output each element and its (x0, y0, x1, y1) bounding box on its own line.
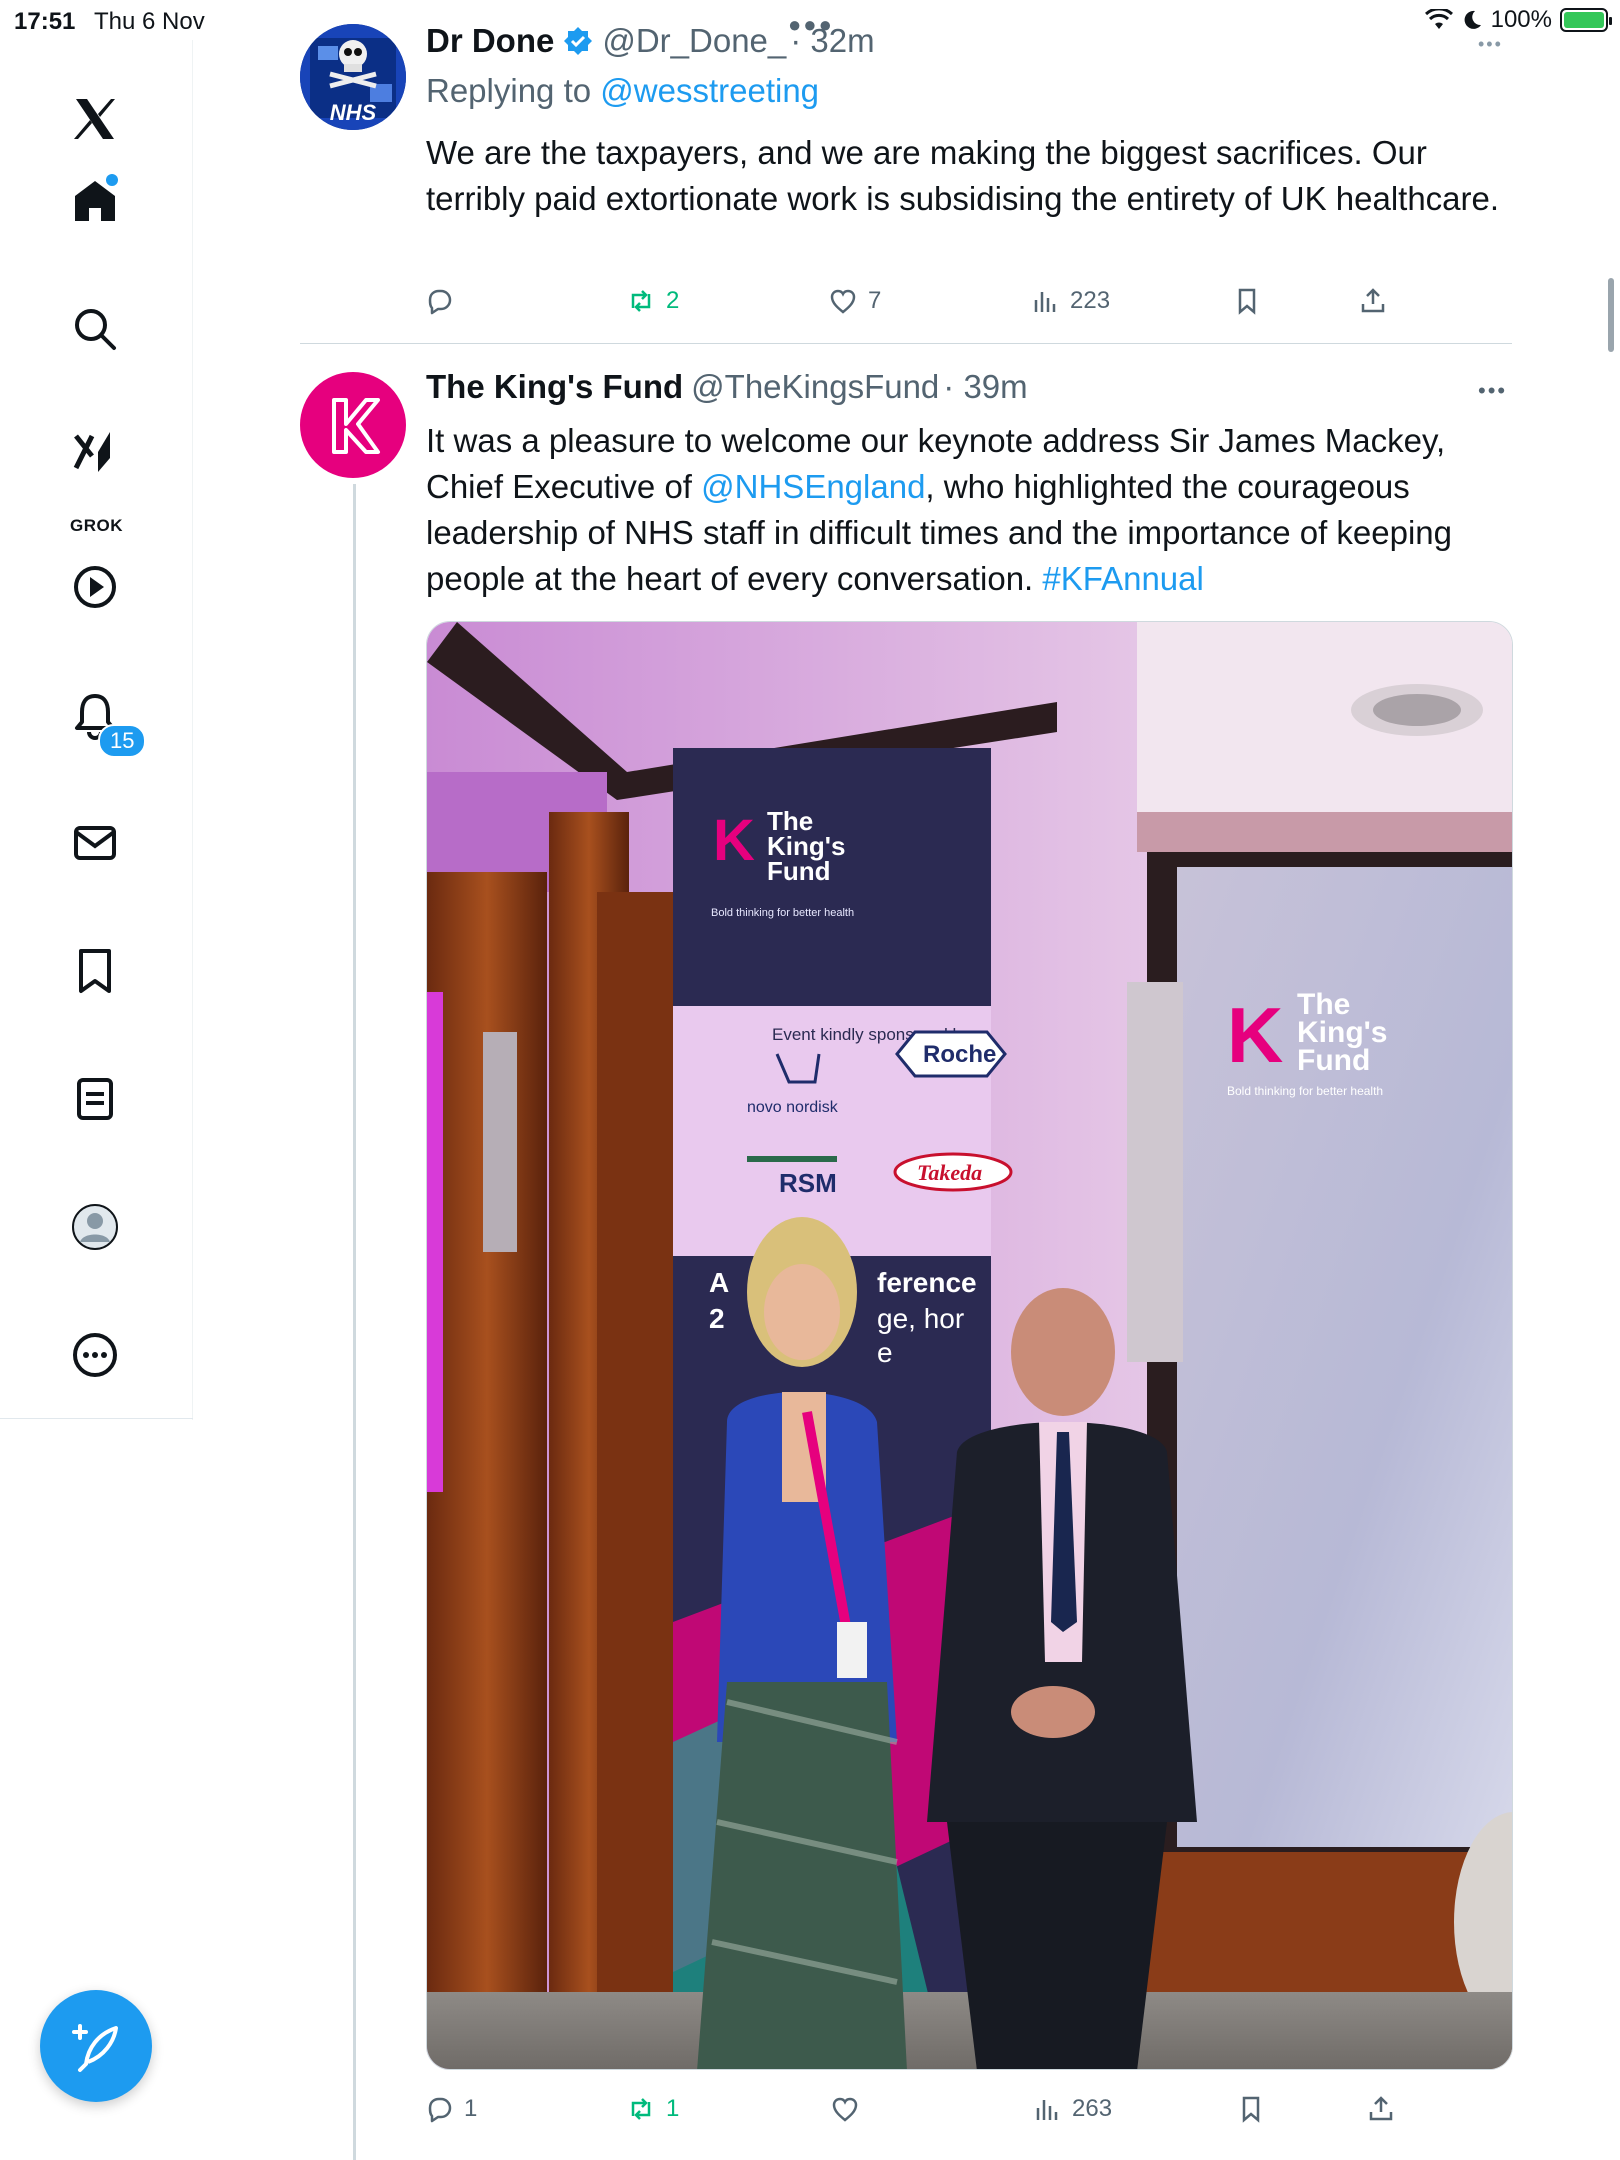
battery-level (1564, 12, 1604, 28)
banner-tagline: Bold thinking for better health (711, 907, 854, 919)
banner-partial-2: 2 (709, 1303, 725, 1334)
search-icon[interactable] (66, 300, 124, 358)
dr-done-avatar[interactable]: NHS (300, 24, 406, 130)
profile-avatar-icon[interactable] (66, 1198, 124, 1256)
sponsor-rsm: RSM (779, 1168, 837, 1198)
tweet2-header: The King's Fund @TheKingsFund · 39m (426, 368, 1028, 406)
svg-text:K: K (1227, 991, 1283, 1079)
like-heart-icon (830, 289, 856, 314)
notifications-badge: 15 (98, 724, 147, 758)
reply-icon (428, 2097, 452, 2123)
share-upload-icon (1369, 2096, 1393, 2121)
tweet1-share-button[interactable] (1358, 286, 1388, 316)
tweet2-handle[interactable]: @TheKingsFund (691, 368, 939, 406)
tweet1-reply-button[interactable] (424, 286, 464, 316)
tweet1-handle[interactable]: @Dr_Done_ (602, 22, 786, 60)
tweet2-hashtag[interactable]: #KFAnnual (1042, 560, 1203, 597)
tweet2-reply-count: 1 (464, 2095, 478, 2122)
verified-badge-icon (564, 27, 593, 55)
tweet1-like-button[interactable]: 7 (828, 286, 881, 316)
sidebar-divider (0, 1418, 193, 1419)
top-more-icon[interactable]: ••• (1478, 34, 1503, 55)
grok-label: GROK (70, 516, 123, 535)
thread-connector-line (353, 484, 356, 2160)
bookmarks-icon[interactable] (66, 942, 124, 1000)
home-unread-dot (106, 174, 118, 186)
tweet1-like-count: 7 (868, 287, 882, 314)
tweet1-view-count: 223 (1070, 287, 1111, 314)
screen-brand-line3: Fund (1297, 1044, 1370, 1077)
tweet1-text: We are the taxpayers, and we are making … (426, 134, 1500, 217)
status-time: 17:51 (14, 8, 76, 35)
tweet-divider (300, 343, 1512, 344)
banner-brand-line3: Fund (767, 856, 831, 886)
lists-icon[interactable] (66, 1070, 124, 1128)
bookmark-icon (1238, 288, 1256, 315)
battery-percent: 100% (1490, 6, 1552, 33)
do-not-disturb-moon-icon (1464, 10, 1481, 29)
tweet1-repost-count: 2 (666, 287, 680, 314)
compose-post-button[interactable] (40, 1990, 152, 2102)
tweet2-reply-button[interactable]: 1 (424, 2094, 477, 2124)
banner-partial-change: ge, hor (877, 1303, 964, 1334)
banner-partial-e: e (877, 1337, 893, 1368)
sponsor-novo-nordisk: novo nordisk (747, 1099, 839, 1116)
grok-icon[interactable] (66, 424, 124, 482)
wifi-icon (1424, 9, 1453, 29)
views-bar-chart-icon (1036, 2100, 1058, 2120)
compose-feather-icon (72, 2024, 118, 2072)
battery-icon (1560, 8, 1612, 32)
kings-fund-avatar[interactable] (300, 372, 406, 478)
repost-icon (631, 2098, 651, 2120)
sponsor-takeda: Takeda (917, 1160, 982, 1185)
tweet2-view-count: 263 (1072, 2095, 1113, 2122)
tweet2-more-icon[interactable]: ••• (1478, 378, 1507, 404)
tweet2-time[interactable]: · 39m (943, 368, 1027, 406)
share-upload-icon (1361, 288, 1385, 313)
tweet1-repost-button[interactable]: 2 (626, 286, 679, 316)
tweet2-like-button[interactable] (830, 2094, 870, 2124)
sponsor-roche: Roche (923, 1041, 996, 1068)
dr-done-avatar-nhs-text: NHS (330, 100, 377, 125)
status-indicators: 100% (1424, 6, 1612, 34)
tweet1-replying-to: Replying to @wesstreeting (426, 72, 819, 110)
tweet2-repost-count: 1 (666, 2095, 680, 2122)
banner-partial-conference: ference (877, 1267, 977, 1298)
tweet2-bookmark-button[interactable] (1236, 2094, 1266, 2124)
tweet1-bookmark-button[interactable] (1232, 286, 1262, 316)
x-logo-icon[interactable] (66, 90, 124, 148)
tweet1-header: Dr Done @Dr_Done_ · 32m (426, 22, 875, 60)
tweet2-views-button[interactable]: 263 (1032, 2094, 1112, 2124)
status-date: Thu 6 Nov (94, 8, 205, 35)
messages-envelope-icon[interactable] (66, 814, 124, 872)
replying-to-mention[interactable]: @wesstreeting (600, 72, 819, 109)
svg-text:K: K (713, 808, 755, 873)
tweet2-repost-button[interactable]: 1 (626, 2094, 679, 2124)
video-icon[interactable] (66, 558, 124, 616)
tweet1-author-name[interactable]: Dr Done (426, 22, 554, 60)
bookmark-icon (1242, 2096, 1260, 2123)
tweet2-photo[interactable]: K The King's Fund Bold thinking for bett… (426, 621, 1513, 2070)
banner-partial-a: A (709, 1267, 729, 1298)
like-heart-icon (832, 2097, 858, 2122)
tweet1-views-button[interactable]: 223 (1030, 286, 1110, 316)
scrollbar-thumb[interactable] (1608, 278, 1614, 352)
tweet2-mention[interactable]: @NHSEngland (701, 468, 925, 505)
screen-tagline: Bold thinking for better health (1227, 1084, 1383, 1098)
repost-icon (631, 290, 651, 312)
tweet2-author-name[interactable]: The King's Fund (426, 368, 683, 406)
views-bar-chart-icon (1034, 292, 1056, 312)
tweet1-time[interactable]: · 32m (790, 22, 874, 60)
replying-to-label: Replying to (426, 72, 601, 109)
more-options-icon[interactable] (66, 1326, 124, 1384)
reply-icon (428, 289, 452, 315)
sidebar: GROK 15 (0, 40, 193, 1420)
tweet2-text: It was a pleasure to welcome our keynote… (426, 418, 1516, 602)
tweet2-share-button[interactable] (1366, 2094, 1396, 2124)
